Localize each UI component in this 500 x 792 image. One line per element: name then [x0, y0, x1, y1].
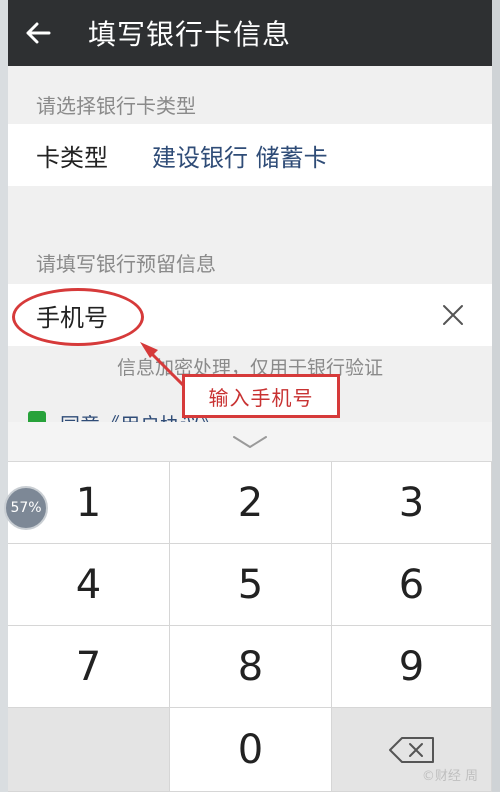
key-5[interactable]: 5	[170, 544, 332, 626]
backspace-icon	[388, 736, 434, 763]
key-0[interactable]: 0	[170, 708, 332, 792]
key-7[interactable]: 7	[8, 626, 170, 708]
card-type-value: 建设银行 储蓄卡	[152, 143, 328, 172]
annotation-callout: 输入手机号	[182, 374, 340, 418]
numeric-keyboard: 1 2 3 4 5 6 7 8 9 0	[8, 422, 492, 792]
reserve-info-section-label: 请填写银行预留信息	[8, 234, 492, 290]
key-blank	[8, 708, 170, 792]
key-2[interactable]: 2	[170, 462, 332, 544]
key-8[interactable]: 8	[170, 626, 332, 708]
key-3[interactable]: 3	[332, 462, 492, 544]
chevron-down-icon	[233, 435, 267, 448]
keyboard-collapse-button[interactable]	[8, 422, 492, 462]
card-type-label: 卡类型	[36, 143, 108, 172]
key-grid: 1 2 3 4 5 6 7 8 9 0	[8, 462, 492, 792]
card-type-row[interactable]: 卡类型 建设银行 储蓄卡	[8, 124, 492, 186]
watermark: ©财经 周	[421, 769, 478, 784]
top-app-bar: 填写银行卡信息	[8, 0, 492, 66]
background-left-edge	[0, 0, 8, 792]
key-6[interactable]: 6	[332, 544, 492, 626]
clear-icon[interactable]	[440, 302, 466, 328]
background-right-edge	[492, 0, 500, 792]
annotation-ring	[12, 288, 144, 346]
key-9[interactable]: 9	[332, 626, 492, 708]
back-arrow-icon[interactable]	[16, 0, 60, 66]
page-title: 填写银行卡信息	[88, 18, 292, 51]
key-4[interactable]: 4	[8, 544, 170, 626]
progress-badge: 57%	[4, 486, 48, 530]
